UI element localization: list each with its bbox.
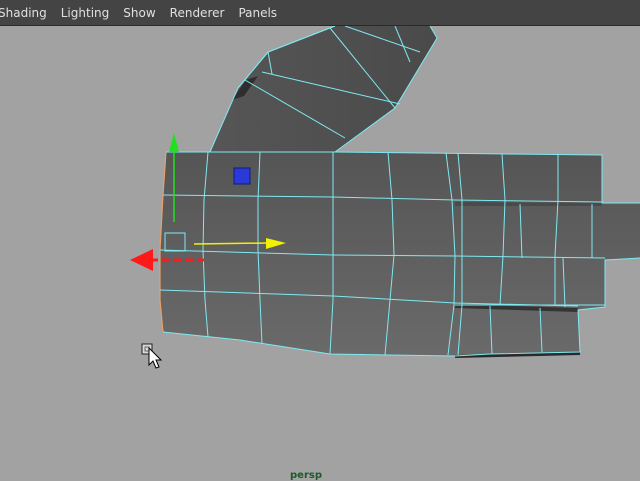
x-axis-arrowhead[interactable] [130,249,153,271]
menu-shading[interactable]: Shading [0,0,54,26]
y-axis-arrowhead[interactable] [169,133,179,152]
camera-label: persp [290,470,322,481]
menu-show[interactable]: Show [116,0,162,26]
z-axis-handle[interactable] [193,242,269,245]
menu-lighting[interactable]: Lighting [54,0,117,26]
panel-menubar: Shading Lighting Show Renderer Panels [0,0,640,26]
viewport-canvas[interactable] [0,26,640,480]
hand-mesh-icon[interactable] [159,26,640,358]
selected-vertex-marker[interactable] [233,167,251,185]
menu-renderer[interactable]: Renderer [163,0,232,26]
menu-panels[interactable]: Panels [231,0,284,26]
perspective-viewport[interactable]: persp [0,26,640,481]
arrow-cursor-icon [141,343,163,369]
